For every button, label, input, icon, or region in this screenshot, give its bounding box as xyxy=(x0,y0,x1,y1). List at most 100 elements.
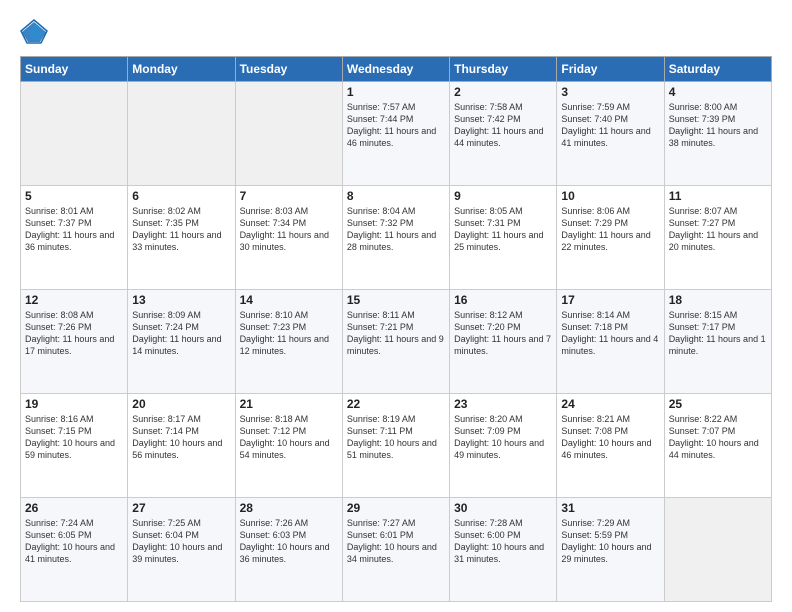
day-info: Sunrise: 8:14 AM Sunset: 7:18 PM Dayligh… xyxy=(561,309,659,358)
day-info: Sunrise: 8:03 AM Sunset: 7:34 PM Dayligh… xyxy=(240,205,338,254)
day-cell: 20 Sunrise: 8:17 AM Sunset: 7:14 PM Dayli… xyxy=(128,394,235,498)
day-cell: 16 Sunrise: 8:12 AM Sunset: 7:20 PM Dayli… xyxy=(450,290,557,394)
day-cell xyxy=(128,82,235,186)
logo-icon xyxy=(20,18,48,46)
day-number: 22 xyxy=(347,397,445,411)
day-info: Sunrise: 7:24 AM Sunset: 6:05 PM Dayligh… xyxy=(25,517,123,566)
day-info: Sunrise: 8:08 AM Sunset: 7:26 PM Dayligh… xyxy=(25,309,123,358)
day-cell: 1 Sunrise: 7:57 AM Sunset: 7:44 PM Daylig… xyxy=(342,82,449,186)
day-cell: 30 Sunrise: 7:28 AM Sunset: 6:00 PM Dayli… xyxy=(450,498,557,602)
day-number: 23 xyxy=(454,397,552,411)
day-number: 8 xyxy=(347,189,445,203)
day-number: 12 xyxy=(25,293,123,307)
day-number: 15 xyxy=(347,293,445,307)
day-info: Sunrise: 8:11 AM Sunset: 7:21 PM Dayligh… xyxy=(347,309,445,358)
day-info: Sunrise: 7:27 AM Sunset: 6:01 PM Dayligh… xyxy=(347,517,445,566)
day-info: Sunrise: 8:22 AM Sunset: 7:07 PM Dayligh… xyxy=(669,413,767,462)
day-number: 16 xyxy=(454,293,552,307)
day-number: 31 xyxy=(561,501,659,515)
day-number: 13 xyxy=(132,293,230,307)
day-cell: 9 Sunrise: 8:05 AM Sunset: 7:31 PM Daylig… xyxy=(450,186,557,290)
day-cell: 17 Sunrise: 8:14 AM Sunset: 7:18 PM Dayli… xyxy=(557,290,664,394)
day-cell: 15 Sunrise: 8:11 AM Sunset: 7:21 PM Dayli… xyxy=(342,290,449,394)
weekday-header-thursday: Thursday xyxy=(450,57,557,82)
day-info: Sunrise: 8:17 AM Sunset: 7:14 PM Dayligh… xyxy=(132,413,230,462)
day-number: 10 xyxy=(561,189,659,203)
day-number: 3 xyxy=(561,85,659,99)
day-info: Sunrise: 8:20 AM Sunset: 7:09 PM Dayligh… xyxy=(454,413,552,462)
header xyxy=(20,18,772,46)
day-cell: 10 Sunrise: 8:06 AM Sunset: 7:29 PM Dayli… xyxy=(557,186,664,290)
day-number: 6 xyxy=(132,189,230,203)
day-info: Sunrise: 8:07 AM Sunset: 7:27 PM Dayligh… xyxy=(669,205,767,254)
weekday-header-sunday: Sunday xyxy=(21,57,128,82)
day-info: Sunrise: 7:28 AM Sunset: 6:00 PM Dayligh… xyxy=(454,517,552,566)
day-number: 27 xyxy=(132,501,230,515)
weekday-header-row: SundayMondayTuesdayWednesdayThursdayFrid… xyxy=(21,57,772,82)
day-cell: 31 Sunrise: 7:29 AM Sunset: 5:59 PM Dayli… xyxy=(557,498,664,602)
day-cell: 27 Sunrise: 7:25 AM Sunset: 6:04 PM Dayli… xyxy=(128,498,235,602)
day-number: 30 xyxy=(454,501,552,515)
day-cell: 26 Sunrise: 7:24 AM Sunset: 6:05 PM Dayli… xyxy=(21,498,128,602)
day-number: 29 xyxy=(347,501,445,515)
day-info: Sunrise: 7:29 AM Sunset: 5:59 PM Dayligh… xyxy=(561,517,659,566)
day-cell: 12 Sunrise: 8:08 AM Sunset: 7:26 PM Dayli… xyxy=(21,290,128,394)
day-cell: 19 Sunrise: 8:16 AM Sunset: 7:15 PM Dayli… xyxy=(21,394,128,498)
day-info: Sunrise: 8:02 AM Sunset: 7:35 PM Dayligh… xyxy=(132,205,230,254)
calendar-table: SundayMondayTuesdayWednesdayThursdayFrid… xyxy=(20,56,772,602)
weekday-header-tuesday: Tuesday xyxy=(235,57,342,82)
day-cell: 4Sunrise: 8:00 AM Sunset: 7:39 PM Daylig… xyxy=(664,82,771,186)
day-cell: 3 Sunrise: 7:59 AM Sunset: 7:40 PM Daylig… xyxy=(557,82,664,186)
day-cell: 8Sunrise: 8:04 AM Sunset: 7:32 PM Daylig… xyxy=(342,186,449,290)
day-info: Sunrise: 8:01 AM Sunset: 7:37 PM Dayligh… xyxy=(25,205,123,254)
day-cell: 29 Sunrise: 7:27 AM Sunset: 6:01 PM Dayli… xyxy=(342,498,449,602)
weekday-header-wednesday: Wednesday xyxy=(342,57,449,82)
weekday-header-saturday: Saturday xyxy=(664,57,771,82)
day-cell: 21Sunrise: 8:18 AM Sunset: 7:12 PM Dayli… xyxy=(235,394,342,498)
weekday-header-friday: Friday xyxy=(557,57,664,82)
day-cell: 14Sunrise: 8:10 AM Sunset: 7:23 PM Dayli… xyxy=(235,290,342,394)
day-cell: 2Sunrise: 7:58 AM Sunset: 7:42 PM Daylig… xyxy=(450,82,557,186)
day-number: 26 xyxy=(25,501,123,515)
week-row-1: 5 Sunrise: 8:01 AM Sunset: 7:37 PM Daylig… xyxy=(21,186,772,290)
logo xyxy=(20,18,52,46)
day-number: 19 xyxy=(25,397,123,411)
day-number: 7 xyxy=(240,189,338,203)
day-info: Sunrise: 8:12 AM Sunset: 7:20 PM Dayligh… xyxy=(454,309,552,358)
day-number: 9 xyxy=(454,189,552,203)
day-info: Sunrise: 7:58 AM Sunset: 7:42 PM Dayligh… xyxy=(454,101,552,150)
day-cell: 18Sunrise: 8:15 AM Sunset: 7:17 PM Dayli… xyxy=(664,290,771,394)
day-info: Sunrise: 7:26 AM Sunset: 6:03 PM Dayligh… xyxy=(240,517,338,566)
day-info: Sunrise: 8:05 AM Sunset: 7:31 PM Dayligh… xyxy=(454,205,552,254)
day-number: 28 xyxy=(240,501,338,515)
day-number: 4 xyxy=(669,85,767,99)
day-info: Sunrise: 8:06 AM Sunset: 7:29 PM Dayligh… xyxy=(561,205,659,254)
day-number: 5 xyxy=(25,189,123,203)
week-row-3: 19 Sunrise: 8:16 AM Sunset: 7:15 PM Dayli… xyxy=(21,394,772,498)
day-cell: 11Sunrise: 8:07 AM Sunset: 7:27 PM Dayli… xyxy=(664,186,771,290)
day-number: 1 xyxy=(347,85,445,99)
day-info: Sunrise: 8:16 AM Sunset: 7:15 PM Dayligh… xyxy=(25,413,123,462)
week-row-2: 12 Sunrise: 8:08 AM Sunset: 7:26 PM Dayli… xyxy=(21,290,772,394)
day-number: 20 xyxy=(132,397,230,411)
week-row-4: 26 Sunrise: 7:24 AM Sunset: 6:05 PM Dayli… xyxy=(21,498,772,602)
day-number: 18 xyxy=(669,293,767,307)
day-cell: 7 Sunrise: 8:03 AM Sunset: 7:34 PM Daylig… xyxy=(235,186,342,290)
day-cell xyxy=(21,82,128,186)
day-number: 14 xyxy=(240,293,338,307)
day-cell xyxy=(664,498,771,602)
weekday-header-monday: Monday xyxy=(128,57,235,82)
day-cell: 13 Sunrise: 8:09 AM Sunset: 7:24 PM Dayli… xyxy=(128,290,235,394)
day-info: Sunrise: 8:09 AM Sunset: 7:24 PM Dayligh… xyxy=(132,309,230,358)
day-info: Sunrise: 7:57 AM Sunset: 7:44 PM Dayligh… xyxy=(347,101,445,150)
day-number: 17 xyxy=(561,293,659,307)
week-row-0: 1 Sunrise: 7:57 AM Sunset: 7:44 PM Daylig… xyxy=(21,82,772,186)
day-cell: 28 Sunrise: 7:26 AM Sunset: 6:03 PM Dayli… xyxy=(235,498,342,602)
day-info: Sunrise: 7:59 AM Sunset: 7:40 PM Dayligh… xyxy=(561,101,659,150)
day-number: 21 xyxy=(240,397,338,411)
day-cell: 6 Sunrise: 8:02 AM Sunset: 7:35 PM Daylig… xyxy=(128,186,235,290)
day-cell: 22 Sunrise: 8:19 AM Sunset: 7:11 PM Dayli… xyxy=(342,394,449,498)
day-info: Sunrise: 8:19 AM Sunset: 7:11 PM Dayligh… xyxy=(347,413,445,462)
day-info: Sunrise: 7:25 AM Sunset: 6:04 PM Dayligh… xyxy=(132,517,230,566)
day-cell xyxy=(235,82,342,186)
